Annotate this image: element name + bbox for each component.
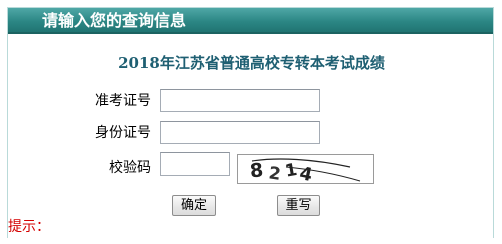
reset-button[interactable]: 重写 <box>277 195 320 216</box>
panel-header: 请输入您的查询信息 <box>8 8 493 34</box>
captcha-svg: 8 2 1 4 <box>249 158 361 183</box>
verify-code-label: 校验码 <box>109 160 151 176</box>
captcha-char-2: 2 <box>267 163 282 183</box>
captcha-char-1: 8 <box>249 159 264 182</box>
exam-id-label: 准考证号 <box>95 93 151 109</box>
confirm-button[interactable]: 确定 <box>172 195 216 216</box>
captcha-char-4: 4 <box>298 163 315 183</box>
exam-id-input[interactable] <box>160 89 320 112</box>
id-card-label: 身份证号 <box>95 125 151 141</box>
captcha-char-3: 1 <box>284 160 299 182</box>
id-card-input[interactable] <box>160 121 320 144</box>
hint-text: 提示： <box>8 219 50 235</box>
verify-code-input[interactable] <box>160 152 230 176</box>
captcha-image[interactable]: 8 2 1 4 <box>237 154 374 184</box>
panel-title: 请输入您的查询信息 <box>42 11 187 30</box>
exam-title: 2018年江苏省普通高校专转本考试成绩 <box>118 54 385 72</box>
